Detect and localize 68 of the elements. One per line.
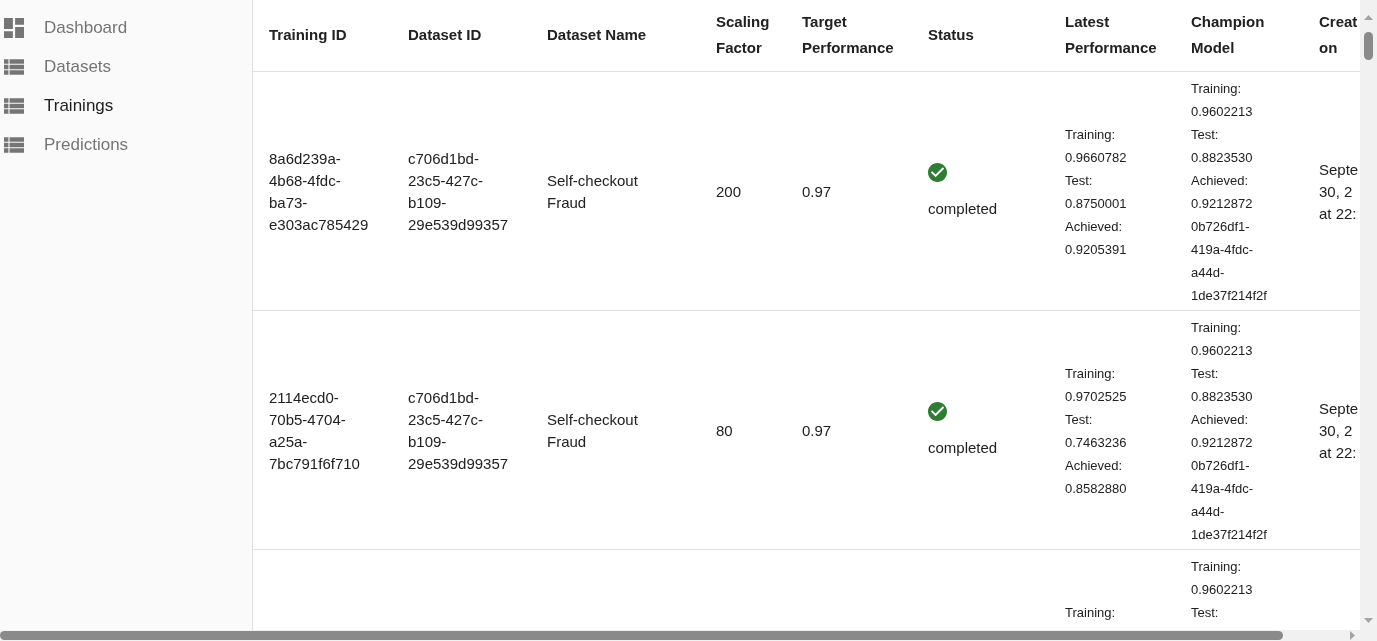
metric-label: Training: [1191, 318, 1243, 337]
scaling-factor: 200 [716, 182, 742, 200]
metric-label: Achieved: [1065, 217, 1124, 236]
metric-label: Training: [1065, 364, 1117, 383]
scaling-factor: 80 [716, 421, 733, 439]
metric-value: 0.9602213 [1191, 341, 1254, 360]
metric-label: Test: [1065, 171, 1094, 190]
metric-value: 0.8582880 [1065, 479, 1128, 498]
metric-value: 0.9205391 [1065, 240, 1128, 259]
dataset-name: Self-checkout Fraud [547, 410, 638, 450]
list-icon [4, 136, 24, 153]
dataset-id: c706d1bd-23c5-427c-b109-29e539d99357 [408, 388, 509, 472]
column-header: Training ID [269, 26, 347, 44]
dashboard-icon [4, 17, 24, 38]
metric-value: 0.9660782 [1065, 148, 1128, 167]
training-id: 8a6d239a-4b68-4fdc-ba73-e303ac785429 [269, 149, 369, 233]
sidebar-item[interactable]: Dashboard [0, 8, 252, 47]
metric-value: 0.9602213 [1191, 102, 1254, 121]
metric-label: Test: [1191, 364, 1220, 383]
column-header: Dataset ID [408, 26, 482, 44]
metric-value: 0.7463236 [1065, 433, 1128, 452]
created-date: Septe 30, 2 at 22: [1319, 399, 1359, 461]
column-header: Dataset Name [547, 26, 647, 44]
dataset-name: Self-checkout Fraud [547, 171, 638, 211]
metric-label: Training: [1191, 557, 1243, 576]
metric-label: Test: [1191, 125, 1220, 144]
status-text: completed [928, 438, 999, 458]
target-performance: 0.97 [802, 421, 832, 439]
scrollbar-thumb[interactable] [0, 631, 1283, 640]
metric-value: 0.9212872 [1191, 194, 1254, 213]
sidebar-item[interactable]: Predictions [0, 125, 252, 164]
metric-label: Achieved: [1191, 410, 1250, 429]
scrollbar-thumb[interactable] [1364, 32, 1373, 60]
column-header: Creat on [1319, 13, 1358, 57]
sidebar-item[interactable]: Trainings [0, 86, 252, 125]
metric-label: Training: [1065, 125, 1117, 144]
metric-value: 0.8823530 [1191, 387, 1254, 406]
list-icon [4, 58, 24, 75]
metric-label: Training: [1065, 603, 1117, 622]
metric-value: 0.8823530 [1191, 148, 1254, 167]
metric-value: 0.9212872 [1191, 433, 1254, 452]
metric-value: 0.9702525 [1065, 387, 1128, 406]
vertical-scrollbar[interactable] [1360, 0, 1377, 630]
model-id: 0b726df1-419a-4fdc-a44d-1de37f214f2f [1191, 456, 1268, 544]
training-id: 2114ecd0-70b5-4704-a25a-7bc791f6f710 [269, 388, 360, 472]
down-arrow-icon[interactable] [1364, 618, 1373, 623]
metric-label: Training: [1191, 79, 1243, 98]
column-header: Champion Model [1191, 13, 1265, 57]
list-icon [4, 97, 24, 114]
metric-value: 0.8750001 [1065, 194, 1128, 213]
column-header: Status [928, 26, 974, 44]
target-performance: 0.97 [802, 182, 832, 200]
metric-value: 0.9602213 [1191, 580, 1254, 599]
horizontal-scrollbar[interactable] [0, 630, 1360, 641]
up-arrow-icon[interactable] [1364, 15, 1373, 20]
metric-label: Test: [1065, 410, 1094, 429]
model-id: 0b726df1-419a-4fdc-a44d-1de37f214f2f [1191, 217, 1268, 305]
sidebar-item[interactable]: Datasets [0, 47, 252, 86]
column-header: Scaling Factor [716, 13, 770, 57]
column-header: Target Performance [802, 13, 894, 57]
status-text: completed [928, 199, 999, 219]
right-arrow-icon[interactable] [1350, 631, 1355, 640]
metric-label: Achieved: [1191, 171, 1250, 190]
dataset-id: c706d1bd-23c5-427c-b109-29e539d99357 [408, 149, 509, 233]
created-date: Septe 30, 2 at 22: [1319, 160, 1359, 222]
metric-label: Test: [1191, 603, 1220, 622]
column-header: Latest Performance [1065, 13, 1157, 57]
metric-label: Achieved: [1065, 456, 1124, 475]
